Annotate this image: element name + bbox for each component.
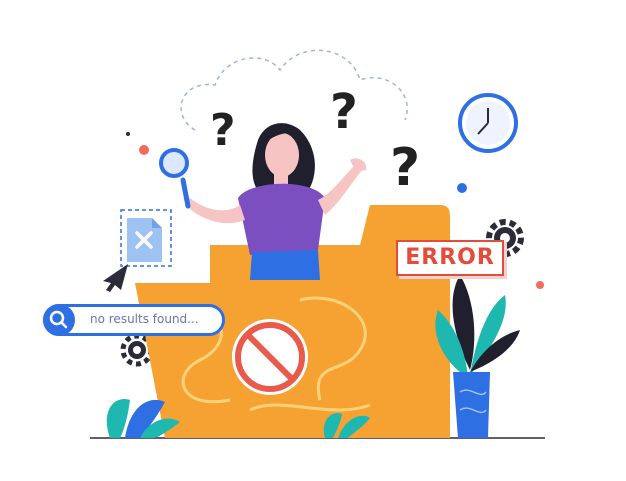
question-mark-icon: ? — [330, 84, 358, 140]
illustration-art: ? ? ? — [90, 49, 545, 439]
error-text: ERROR — [405, 245, 495, 270]
error-illustration: ? ? ? ERROR no results found... — [0, 0, 626, 481]
search-icon-circle — [43, 304, 75, 336]
file-x-icon — [120, 209, 172, 267]
question-mark-icon: ? — [210, 105, 236, 156]
question-mark-icon: ? — [390, 138, 420, 198]
decor-dot — [139, 145, 149, 155]
search-icon — [49, 310, 68, 329]
magnifier-icon — [159, 148, 191, 209]
decor-dot — [126, 132, 130, 136]
clock-icon — [458, 93, 518, 153]
error-badge: ERROR — [396, 240, 504, 276]
cursor-arrow-icon — [103, 264, 128, 292]
no-entry-icon — [232, 319, 308, 395]
decor-dot — [457, 183, 467, 193]
search-query-text: no results found... — [90, 312, 199, 326]
search-bar[interactable]: no results found... — [43, 304, 225, 336]
decor-dot — [536, 281, 544, 289]
